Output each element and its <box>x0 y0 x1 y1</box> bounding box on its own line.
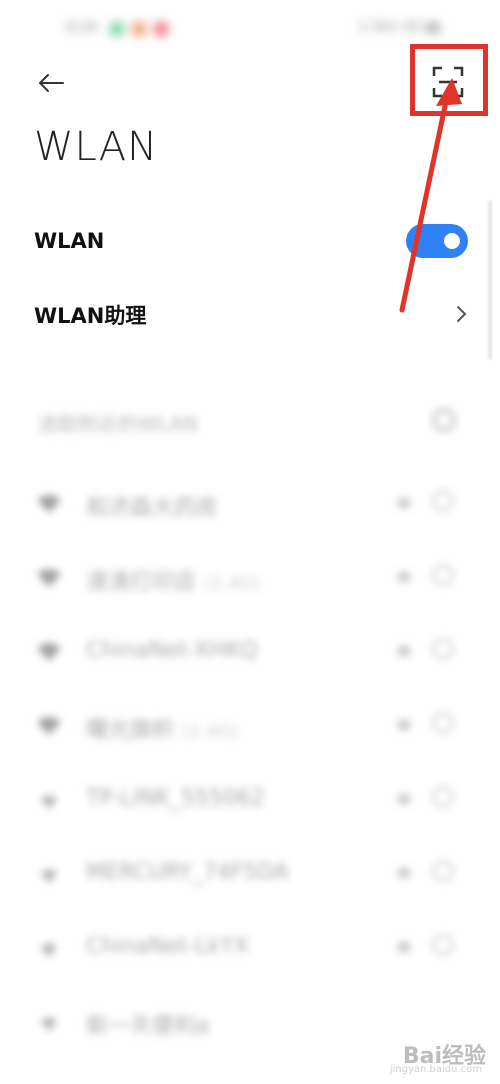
network-item[interactable]: TP-LINK_555062 <box>36 780 476 820</box>
network-name: 曙光旗帜 (2.4G) <box>86 718 239 743</box>
info-icon[interactable] <box>432 490 454 512</box>
wifi-icon <box>41 943 57 957</box>
network-name: MERCURY_74F5DA <box>86 860 290 885</box>
info-icon[interactable] <box>432 638 454 660</box>
info-icon[interactable] <box>432 712 454 734</box>
toggle-knob <box>444 233 460 249</box>
scan-button[interactable] <box>430 64 466 100</box>
lock-icon <box>398 720 410 730</box>
wlan-assistant-row[interactable]: WLAN助理 <box>34 295 470 335</box>
network-item[interactable]: 和济森大药房 <box>36 484 476 524</box>
network-name: ChinaNet-LkYX <box>86 934 249 959</box>
network-item[interactable]: 曙光旗帜 (2.4G) <box>36 706 476 746</box>
wlan-toggle-row[interactable]: WLAN <box>34 221 470 261</box>
network-item[interactable]: 清清打印店 (2.4G) <box>36 558 476 598</box>
network-list: 选取附近的WLAN 和济森大药房 清清打印店 (2.4G) ChinaNet-XH… <box>0 380 500 1084</box>
wlan-assistant-label: WLAN助理 <box>34 304 147 328</box>
network-name: 和济森大药房 <box>86 496 219 521</box>
wifi-icon <box>37 569 61 587</box>
info-icon[interactable] <box>432 934 454 956</box>
lock-icon <box>398 572 410 582</box>
lock-icon <box>398 498 410 508</box>
scan-icon <box>432 66 464 98</box>
status-indicators: 2.3K/s 4G ▮▮ <box>358 20 440 35</box>
info-icon[interactable] <box>432 564 454 586</box>
section-label: 选取附近的WLAN <box>38 412 199 436</box>
network-name: TP-LINK_555062 <box>86 786 265 811</box>
network-item[interactable]: ChinaNet-XHKQ <box>36 632 476 672</box>
back-button[interactable] <box>34 66 68 100</box>
wifi-icon <box>37 717 61 735</box>
lock-icon <box>398 942 410 952</box>
wlan-label: WLAN <box>34 229 105 253</box>
network-item[interactable]: MERCURY_74F5DA <box>36 854 476 894</box>
lock-icon <box>398 794 410 804</box>
watermark: Bai经验 jingyan.baidu.com <box>390 1038 486 1075</box>
status-time: 8:29 <box>66 20 98 36</box>
network-item[interactable]: ChinaNet-LkYX <box>36 928 476 968</box>
watermark-sub: jingyan.baidu.com <box>389 1064 482 1075</box>
info-icon[interactable] <box>432 786 454 808</box>
chevron-right-icon <box>452 304 470 324</box>
wifi-icon <box>41 795 57 809</box>
network-name: 清清打印店 (2.4G) <box>86 570 261 595</box>
wifi-icon <box>37 495 61 513</box>
notification-icon <box>154 22 168 36</box>
wifi-icon <box>37 643 61 661</box>
wlan-toggle[interactable] <box>406 224 468 258</box>
lock-icon <box>398 646 410 656</box>
page-title: WLAN <box>34 124 159 170</box>
refresh-icon[interactable] <box>432 408 456 432</box>
scrollbar[interactable] <box>488 200 492 360</box>
wifi-icon <box>41 869 57 883</box>
info-icon[interactable] <box>432 860 454 882</box>
notification-icon <box>132 22 146 36</box>
network-name: 新一天便利a <box>86 1014 210 1039</box>
notification-icon <box>110 22 124 36</box>
arrow-left-icon <box>39 74 64 92</box>
wifi-icon <box>41 1017 57 1031</box>
network-name: ChinaNet-XHKQ <box>86 638 258 663</box>
lock-icon <box>398 868 410 878</box>
network-item[interactable]: 新一天便利a <box>36 1002 476 1042</box>
